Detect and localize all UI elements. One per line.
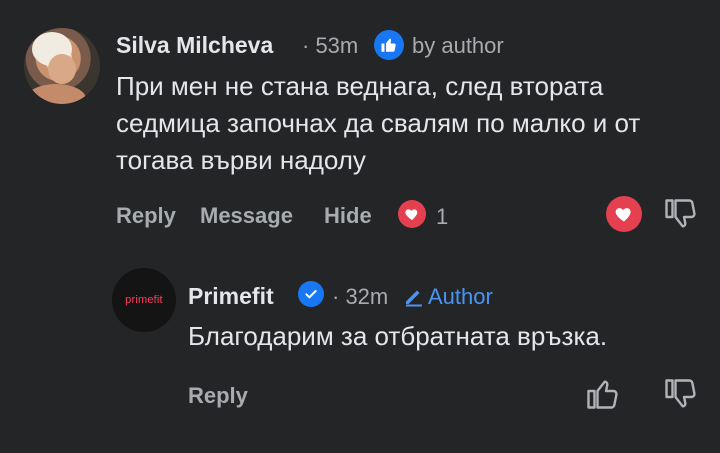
reply-button[interactable]: Reply — [116, 203, 176, 229]
thumbs-down-icon-2[interactable] — [662, 376, 698, 412]
love-button-icon[interactable] — [606, 196, 642, 232]
heart-glyph-icon — [405, 209, 418, 220]
comment-text: При мен не стана веднага, след втората с… — [116, 71, 641, 175]
reaction-count: 1 — [436, 204, 449, 229]
commenter-avatar[interactable] — [24, 28, 100, 104]
thumbs-up-glyph-icon — [587, 380, 618, 409]
hide-button[interactable]: Hide — [324, 203, 372, 229]
reply-time: · 32m — [332, 284, 389, 309]
by-author-badge: by author — [412, 33, 504, 58]
author-tag: Author — [428, 284, 493, 309]
pencil-glyph-icon — [406, 290, 422, 307]
checkmark-icon — [305, 290, 317, 299]
reply-author-avatar[interactable]: primefit — [112, 268, 176, 332]
verified-badge-icon — [298, 281, 324, 307]
reply-author-name[interactable]: Primefit — [188, 283, 274, 310]
commenter-name[interactable]: Silva Milcheva — [116, 32, 273, 59]
thumbs-down-icon[interactable] — [662, 196, 698, 232]
heart-glyph-icon — [615, 208, 631, 222]
thumbs-down-glyph-icon — [665, 379, 696, 408]
thumbs-up-badge-icon — [374, 30, 404, 60]
avatar-face — [48, 54, 76, 84]
thumbs-up-glyph-icon — [381, 38, 396, 52]
comment-time: · 53m — [302, 33, 359, 58]
thumbs-up-icon[interactable] — [584, 376, 620, 412]
avatar-shoulder — [26, 84, 86, 104]
primefit-logo: primefit — [125, 294, 163, 306]
message-button[interactable]: Message — [200, 203, 293, 229]
thumbs-down-glyph-icon — [665, 199, 696, 228]
reply-text: Благодарим за отбратната връзка. — [188, 321, 608, 351]
heart-reaction-icon — [398, 200, 426, 228]
reply-button-2[interactable]: Reply — [188, 383, 248, 409]
pencil-icon — [402, 284, 426, 308]
